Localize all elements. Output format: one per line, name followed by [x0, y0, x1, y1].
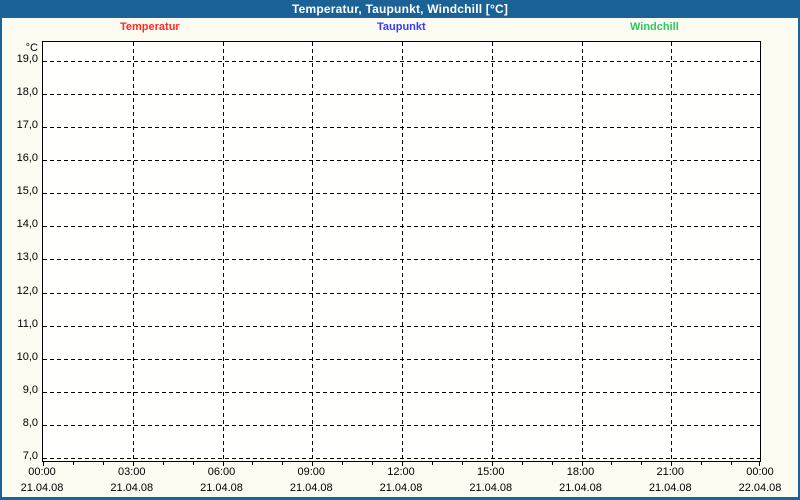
x-tick-date-label: 21.04.08 — [469, 482, 513, 494]
x-tick-time-label: 00:00 — [746, 466, 774, 478]
x-gridline — [581, 42, 583, 461]
x-minor-tick — [611, 461, 613, 465]
chart-title: Temperatur, Taupunkt, Windchill [°C] — [291, 2, 509, 16]
x-minor-tick — [641, 461, 643, 465]
x-tick-date-label: 21.04.08 — [648, 482, 692, 494]
x-minor-tick — [431, 461, 433, 465]
x-tick-time-label: 09:00 — [297, 466, 326, 478]
x-tick-time-label: 03:00 — [117, 466, 146, 478]
chart-window: Temperatur, Taupunkt, Windchill [°C] Tem… — [0, 0, 800, 500]
y-tick-label: 11,0 — [17, 317, 38, 330]
y-tick-label: 8,0 — [22, 416, 38, 429]
x-tick-date-label: 21.04.08 — [200, 482, 243, 494]
x-minor-tick — [701, 461, 703, 465]
legend-item-temperatur: Temperatur — [120, 21, 180, 33]
x-minor-tick — [521, 461, 523, 465]
x-tick-date-label: 21.04.08 — [289, 482, 333, 494]
x-minor-tick — [162, 461, 164, 465]
y-tick-label: 18,0 — [16, 86, 38, 99]
x-tick-time-label: 00:00 — [28, 466, 56, 478]
legend-item-taupunkt: Taupunkt — [377, 21, 426, 33]
x-tick-time-label: 21:00 — [656, 466, 685, 478]
x-tick-date-label: 21.04.08 — [110, 482, 154, 494]
x-minor-tick — [731, 461, 733, 465]
x-minor-tick — [342, 461, 344, 465]
x-tick-time-label: 06:00 — [207, 466, 236, 478]
x-gridline — [132, 42, 134, 461]
x-minor-tick — [102, 461, 104, 465]
y-tick-label: 19,0 — [16, 53, 38, 65]
x-minor-tick — [372, 461, 374, 465]
y-tick-label: 14,0 — [16, 218, 38, 231]
y-tick-label: 10,0 — [16, 350, 38, 363]
y-tick-label: 15,0 — [16, 185, 38, 198]
x-minor-tick — [72, 461, 74, 465]
x-gridline — [312, 42, 314, 461]
x-tick-date-label: 21.04.08 — [559, 482, 602, 494]
x-gridline — [402, 42, 403, 461]
legend-item-windchill: Windchill — [630, 21, 679, 33]
x-minor-tick — [551, 461, 553, 465]
y-tick-label: 17,0 — [16, 119, 38, 132]
x-gridline — [222, 42, 224, 461]
plot-area — [42, 41, 761, 466]
x-gridline — [491, 42, 493, 461]
x-tick-time-label: 12:00 — [387, 466, 415, 478]
x-minor-tick — [461, 461, 463, 465]
x-gridline — [671, 42, 673, 461]
x-minor-tick — [192, 461, 194, 465]
x-tick-date-label: 22.04.08 — [738, 482, 782, 494]
y-tick-label: 12,0 — [16, 284, 38, 297]
title-bar: Temperatur, Taupunkt, Windchill [°C] — [0, 0, 800, 18]
y-tick-label: 13,0 — [16, 251, 38, 264]
y-tick-label: 7,0 — [22, 449, 38, 462]
x-tick-time-label: 18:00 — [566, 466, 595, 478]
chart-content: Temperatur Taupunkt Windchill °C 19,0 18,0 1… — [2, 18, 798, 497]
y-tick-label: 16,0 — [16, 152, 38, 165]
x-tick-date-label: 21.04.08 — [379, 482, 423, 494]
x-tick-time-label: 15:00 — [476, 466, 505, 478]
x-minor-tick — [282, 461, 284, 465]
y-tick-label: 9,0 — [22, 383, 38, 396]
x-tick-date-label: 21.04.08 — [20, 482, 64, 494]
x-minor-tick — [252, 461, 254, 465]
